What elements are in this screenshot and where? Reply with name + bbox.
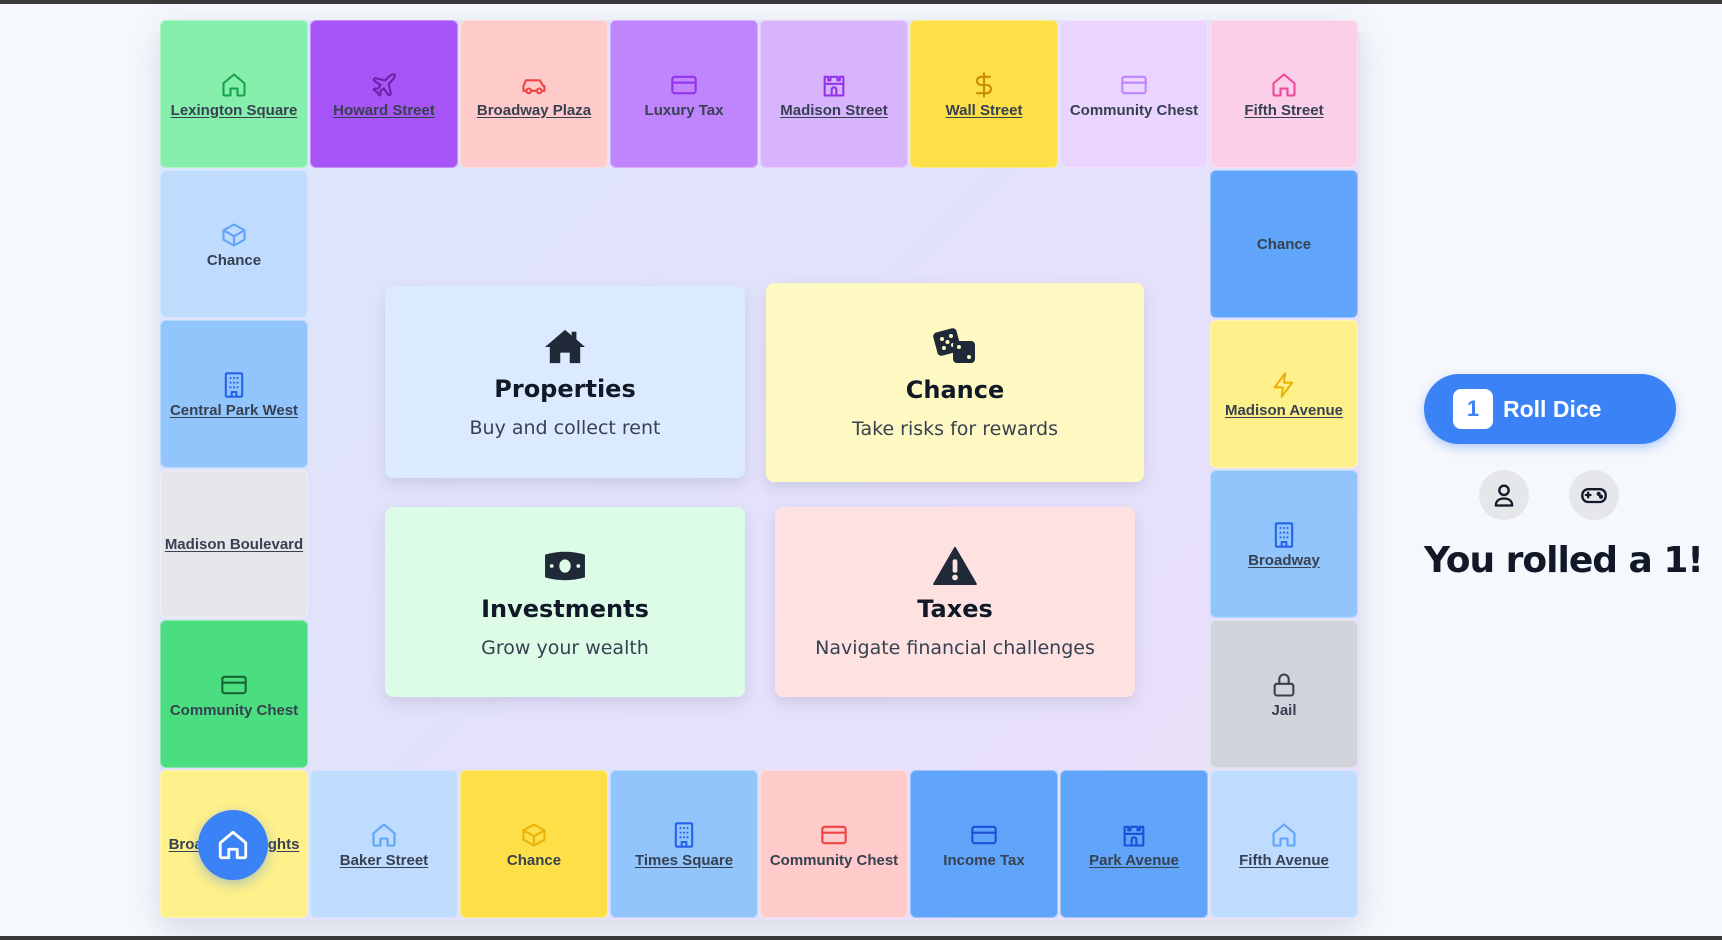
money-icon bbox=[541, 545, 589, 587]
tile-label[interactable]: Times Square bbox=[635, 852, 733, 869]
card-chance: Chance Take risks for rewards bbox=[766, 283, 1144, 482]
top-border bbox=[0, 0, 1722, 4]
tile-jail[interactable]: Jail bbox=[1210, 620, 1358, 768]
car-icon bbox=[519, 70, 549, 100]
tile-label[interactable]: Lexington Square bbox=[171, 102, 298, 119]
user-icon bbox=[1490, 481, 1518, 509]
tile-label: Community Chest bbox=[769, 851, 899, 869]
game-mode-button[interactable] bbox=[1569, 470, 1619, 520]
castle-icon bbox=[1119, 820, 1149, 850]
tile-label[interactable]: Madison Street bbox=[780, 102, 888, 119]
card-title: Properties bbox=[494, 375, 636, 403]
tile-fifth-avenue[interactable]: Fifth Avenue bbox=[1210, 770, 1358, 918]
tile-label: Community Chest bbox=[1069, 101, 1199, 119]
credit-card-icon bbox=[819, 820, 849, 850]
credit-card-icon bbox=[969, 820, 999, 850]
tile-central-park-west[interactable]: Central Park West bbox=[160, 320, 308, 468]
lock-icon bbox=[1269, 670, 1299, 700]
roll-result-text: You rolled a 1! bbox=[1424, 540, 1704, 581]
tile-label: Luxury Tax bbox=[644, 101, 724, 119]
dice-icon bbox=[931, 326, 979, 368]
tile-label: Chance bbox=[506, 851, 562, 869]
bottom-border bbox=[0, 936, 1722, 940]
roll-dice-button[interactable]: 1 Roll Dice bbox=[1424, 374, 1676, 444]
tile-label[interactable]: Broadway Plaza bbox=[477, 102, 591, 119]
tile-times-square[interactable]: Times Square bbox=[610, 770, 758, 918]
credit-card-icon bbox=[219, 670, 249, 700]
dollar-icon bbox=[969, 70, 999, 100]
card-description: Take risks for rewards bbox=[852, 417, 1058, 440]
plane-icon bbox=[369, 70, 399, 100]
tile-label[interactable]: Wall Street bbox=[946, 102, 1023, 119]
tile-baker-street[interactable]: Baker Street bbox=[310, 770, 458, 918]
tile-wall-street[interactable]: Wall Street bbox=[910, 20, 1058, 168]
credit-card-icon bbox=[669, 70, 699, 100]
card-description: Navigate financial challenges bbox=[815, 637, 1095, 659]
tile-label[interactable]: Fifth Avenue bbox=[1239, 852, 1329, 869]
warning-icon bbox=[931, 545, 979, 587]
box-icon bbox=[519, 820, 549, 850]
tile-label[interactable]: Howard Street bbox=[333, 102, 435, 119]
house-icon bbox=[1269, 820, 1299, 850]
card-description: Buy and collect rent bbox=[469, 417, 661, 439]
tile-community-chest[interactable]: Community Chest bbox=[760, 770, 908, 918]
tile-luxury-tax[interactable]: Luxury Tax bbox=[610, 20, 758, 168]
tile-chance[interactable]: Chance bbox=[460, 770, 608, 918]
tile-label[interactable]: Baker Street bbox=[340, 852, 428, 869]
roll-dice-label: Roll Dice bbox=[1503, 395, 1602, 422]
building-icon bbox=[219, 370, 249, 400]
house-icon bbox=[369, 820, 399, 850]
tile-label[interactable]: Broadway bbox=[1248, 552, 1320, 569]
tile-fifth-street[interactable]: Fifth Street bbox=[1210, 20, 1358, 168]
die-value: 1 bbox=[1453, 389, 1493, 429]
tile-label[interactable]: Park Avenue bbox=[1089, 852, 1179, 869]
lightning-icon bbox=[1269, 370, 1299, 400]
tile-income-tax[interactable]: Income Tax bbox=[910, 770, 1058, 918]
gamepad-icon bbox=[1580, 481, 1608, 509]
tile-label: Chance bbox=[1256, 235, 1312, 253]
tile-chance[interactable]: Chance bbox=[1210, 170, 1358, 318]
tile-community-chest[interactable]: Community Chest bbox=[1060, 20, 1208, 168]
tile-label: Chance bbox=[206, 251, 262, 269]
tile-chance[interactable]: Chance bbox=[160, 170, 308, 318]
tile-park-avenue[interactable]: Park Avenue bbox=[1060, 770, 1208, 918]
house-icon bbox=[219, 70, 249, 100]
tile-madison-street[interactable]: Madison Street bbox=[760, 20, 908, 168]
card-taxes: Taxes Navigate financial challenges bbox=[775, 507, 1135, 697]
tile-lexington-square[interactable]: Lexington Square bbox=[160, 20, 308, 168]
tile-label[interactable]: Madison Avenue bbox=[1225, 402, 1343, 419]
tile-label[interactable]: Fifth Street bbox=[1244, 102, 1323, 119]
tile-community-chest[interactable]: Community Chest bbox=[160, 620, 308, 768]
house-icon bbox=[541, 325, 589, 367]
card-title: Chance bbox=[905, 375, 1005, 404]
castle-icon bbox=[819, 70, 849, 100]
tile-madison-boulevard[interactable]: Madison Boulevard bbox=[160, 470, 308, 618]
tile-label[interactable]: Madison Boulevard bbox=[165, 536, 303, 553]
tile-howard-street[interactable]: Howard Street bbox=[310, 20, 458, 168]
tile-label: Community Chest bbox=[169, 701, 299, 719]
card-properties: Properties Buy and collect rent bbox=[385, 286, 745, 478]
tile-broadway[interactable]: Broadway bbox=[1210, 470, 1358, 618]
tile-label[interactable]: Central Park West bbox=[170, 402, 298, 419]
card-investments: Investments Grow your wealth bbox=[385, 507, 745, 697]
card-title: Investments bbox=[481, 595, 649, 623]
credit-card-icon bbox=[1119, 70, 1149, 100]
building-icon bbox=[669, 820, 699, 850]
player-button[interactable] bbox=[1479, 470, 1529, 520]
box-icon bbox=[219, 220, 249, 250]
tile-madison-avenue[interactable]: Madison Avenue bbox=[1210, 320, 1358, 468]
tile-broadway-plaza[interactable]: Broadway Plaza bbox=[460, 20, 608, 168]
house-icon bbox=[1269, 70, 1299, 100]
tile-label: Income Tax bbox=[943, 851, 1025, 869]
game-board: Lexington Square Howard Street Broadway … bbox=[160, 20, 1360, 920]
home-button[interactable] bbox=[198, 810, 268, 880]
card-title: Taxes bbox=[917, 595, 993, 623]
home-icon bbox=[216, 828, 250, 862]
card-description: Grow your wealth bbox=[481, 637, 649, 659]
tile-label: Jail bbox=[1271, 701, 1297, 719]
building-icon bbox=[1269, 520, 1299, 550]
